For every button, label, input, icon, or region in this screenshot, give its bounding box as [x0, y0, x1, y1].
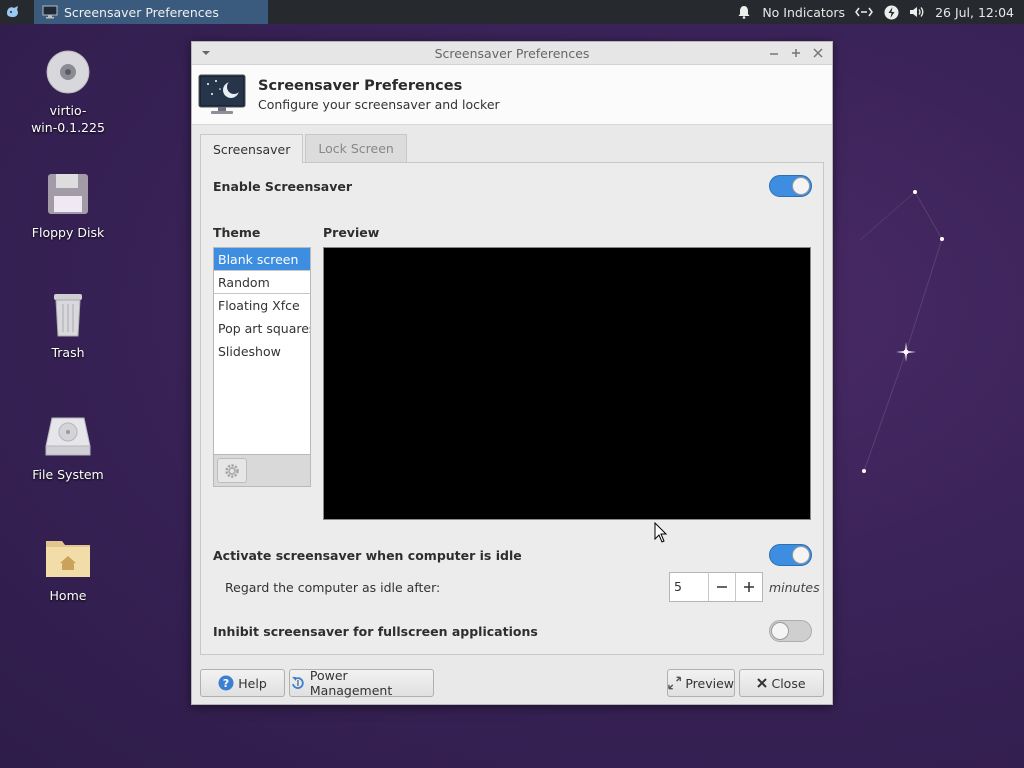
close-icon[interactable] — [810, 45, 826, 61]
indicators-label[interactable]: No Indicators — [762, 5, 845, 20]
desktop-icon-virtio-win[interactable]: virtio- win-0.1.225 — [20, 48, 116, 136]
header-subtitle: Configure your screensaver and locker — [258, 96, 500, 112]
taskbar-window-button[interactable]: Screensaver Preferences — [34, 0, 268, 24]
activate-when-idle-switch[interactable] — [769, 544, 812, 566]
desktop-icon-label: Floppy Disk — [31, 225, 105, 240]
window-titlebar[interactable]: Screensaver Preferences — [192, 42, 832, 65]
preview-label: Preview — [323, 225, 380, 240]
plus-icon — [744, 582, 755, 592]
power-management-button-label: Power Management — [309, 668, 393, 698]
switch-knob — [771, 622, 789, 640]
dialog-header: Screensaver Preferences Configure your s… — [192, 65, 832, 125]
theme-item-blank-screen[interactable]: Blank screen — [214, 248, 310, 271]
desktop-icon-trash[interactable]: Trash — [20, 290, 116, 361]
help-button[interactable]: ? Help — [200, 669, 285, 697]
drive-icon — [44, 412, 92, 460]
desktop-icon-label: Trash — [51, 345, 85, 360]
volume-icon[interactable] — [909, 4, 925, 20]
top-panel: Screensaver Preferences No Indicators 26… — [0, 0, 1024, 24]
theme-preview-area — [323, 247, 811, 520]
close-x-icon — [757, 678, 768, 688]
enable-screensaver-switch[interactable] — [769, 175, 812, 197]
desktop-icon-label: virtio- win-0.1.225 — [31, 103, 105, 135]
svg-text:?: ? — [223, 677, 229, 690]
desktop-icon-label: Home — [49, 588, 87, 603]
screensaver-app-icon — [42, 5, 58, 19]
mouse-pointer-icon — [654, 522, 668, 543]
help-icon: ? — [218, 675, 234, 691]
window-title: Screensaver Preferences — [434, 45, 590, 61]
theme-label: Theme — [213, 225, 261, 240]
decrement-button[interactable] — [709, 573, 736, 601]
header-title: Screensaver Preferences — [258, 77, 463, 94]
desktop-icon-floppy-disk[interactable]: Floppy Disk — [20, 170, 116, 241]
screensaver-preferences-window: Screensaver Preferences Screensaver Pref… — [191, 41, 833, 705]
inhibit-fullscreen-label: Inhibit screensaver for fullscreen appli… — [213, 624, 538, 639]
theme-item-floating-xfce[interactable]: Floating Xfce — [214, 294, 310, 317]
preview-button-label: Preview — [685, 675, 734, 691]
switch-knob — [792, 177, 810, 195]
idle-unit-label: minutes — [769, 580, 820, 595]
increment-button[interactable] — [735, 573, 762, 601]
idle-minutes-input[interactable]: 5 — [670, 573, 709, 601]
desktop-icon-label: File System — [32, 467, 104, 482]
minimize-icon[interactable] — [766, 45, 782, 61]
trash-icon — [44, 290, 92, 338]
home-folder-icon — [44, 533, 92, 581]
help-button-label: Help — [238, 675, 267, 691]
inhibit-fullscreen-switch[interactable] — [769, 620, 812, 642]
clock[interactable]: 26 Jul, 12:04 — [935, 5, 1014, 20]
network-icon[interactable] — [855, 4, 873, 20]
window-menu-icon[interactable] — [200, 47, 212, 59]
applications-menu-icon[interactable] — [0, 0, 26, 24]
tab-lock-screen[interactable]: Lock Screen — [305, 134, 407, 162]
tab-bar: Screensaver Lock Screen — [200, 134, 407, 163]
notification-bell-icon[interactable] — [736, 4, 752, 20]
switch-knob — [792, 546, 810, 564]
floppy-icon — [44, 170, 92, 218]
theme-item-pop-art-squares[interactable]: Pop art squares — [214, 317, 310, 340]
idle-after-label: Regard the computer as idle after: — [225, 580, 441, 595]
maximize-icon[interactable] — [788, 45, 804, 61]
tab-screensaver[interactable]: Screensaver — [200, 134, 304, 163]
gear-icon — [225, 463, 239, 478]
power-management-button[interactable]: Power Management — [289, 668, 434, 698]
theme-item-slideshow[interactable]: Slideshow — [214, 340, 310, 363]
system-tray: No Indicators 26 Jul, 12:04 — [736, 4, 1024, 20]
theme-item-random[interactable]: Random — [214, 271, 310, 294]
screensaver-monitor-icon — [198, 74, 246, 116]
desktop-icon-file-system[interactable]: File System — [20, 412, 116, 483]
disc-icon — [44, 48, 92, 96]
constellation-lines — [859, 191, 943, 472]
taskbar-window-title: Screensaver Preferences — [64, 4, 219, 20]
desktop-icon-home[interactable]: Home — [20, 533, 116, 604]
idle-minutes-stepper: 5 — [669, 572, 763, 602]
close-button-label: Close — [771, 675, 806, 691]
power-management-icon — [291, 677, 304, 689]
enable-screensaver-label: Enable Screensaver — [213, 179, 353, 194]
theme-list: Blank screen Random Floating Xfce Pop ar… — [213, 247, 311, 487]
preview-button[interactable]: Preview — [667, 669, 735, 697]
theme-list-footer — [214, 454, 310, 486]
close-button[interactable]: Close — [739, 669, 824, 697]
minus-icon — [716, 586, 727, 588]
fullscreen-icon — [668, 676, 682, 690]
activate-when-idle-label: Activate screensaver when computer is id… — [213, 548, 522, 563]
theme-settings-button[interactable] — [217, 458, 247, 483]
power-icon[interactable] — [883, 4, 899, 20]
screensaver-tab-panel: Enable Screensaver Theme Preview Blank s… — [200, 162, 824, 655]
